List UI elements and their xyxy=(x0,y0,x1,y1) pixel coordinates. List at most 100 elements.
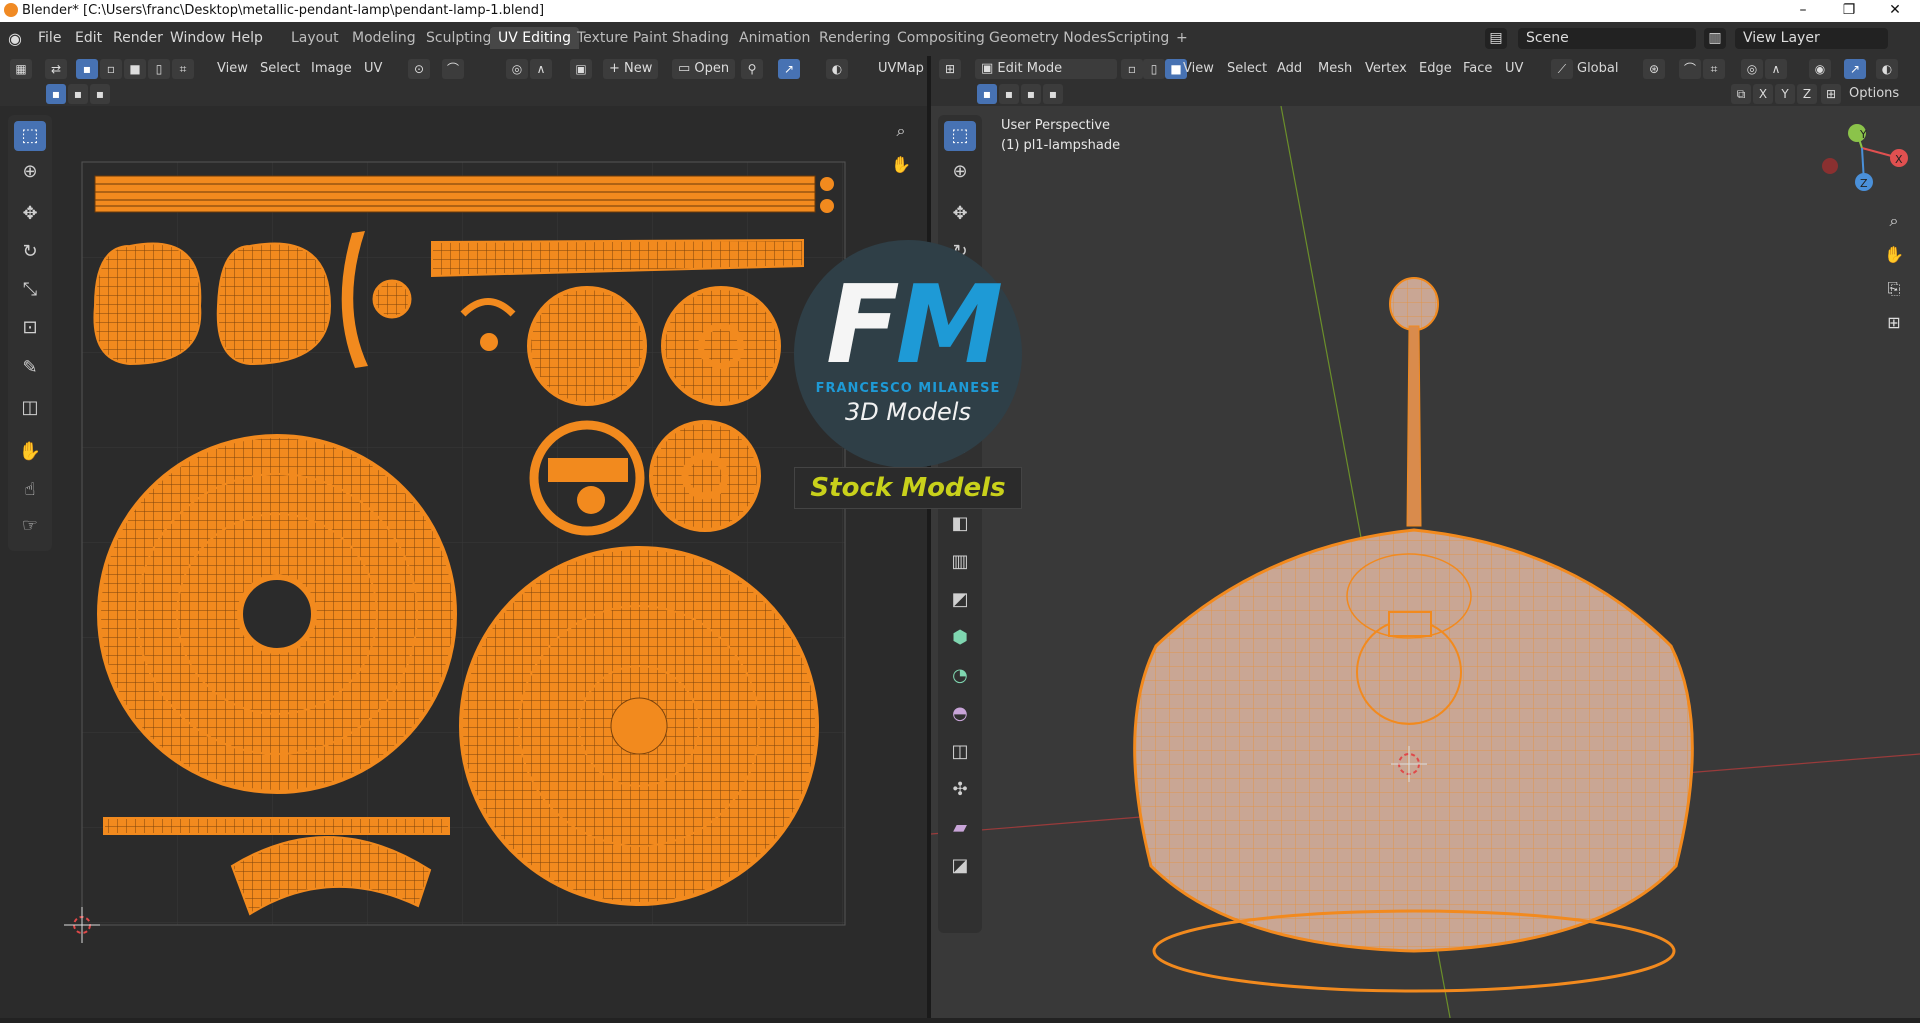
poly-build-icon[interactable]: ⬢ xyxy=(944,623,976,653)
shear-icon[interactable]: ▰ xyxy=(944,813,976,843)
menu-edit[interactable]: Edit xyxy=(75,30,102,46)
select-mode-subtract-icon[interactable]: ▪ xyxy=(90,84,110,104)
add-workspace-button[interactable]: + xyxy=(1168,27,1196,49)
close-button[interactable]: ✕ xyxy=(1872,0,1918,22)
pivot-point-icon[interactable]: ⊛ xyxy=(1643,59,1665,79)
viewport-menu-uv[interactable]: UV xyxy=(1505,59,1523,79)
knife-icon[interactable]: ◩ xyxy=(944,585,976,615)
ortho-toggle-icon[interactable]: ⊞ xyxy=(1881,310,1907,336)
mode-selector[interactable]: ▣ Edit Mode xyxy=(975,59,1117,79)
tab-layout[interactable]: Layout xyxy=(283,27,347,49)
smooth-icon[interactable]: ◓ xyxy=(944,699,976,729)
minimize-button[interactable]: – xyxy=(1780,0,1826,22)
transform-icon[interactable]: ⊡ xyxy=(14,313,46,343)
viewport-gizmo-icon[interactable]: ↗ xyxy=(1844,59,1866,79)
tab-geometry-nodes[interactable]: Geometry Nodes xyxy=(981,27,1115,49)
options-dropdown[interactable]: Options xyxy=(1849,84,1899,104)
edge-select-icon[interactable]: ▫ xyxy=(100,59,122,79)
select-box-icon[interactable]: ⬚ xyxy=(14,121,46,151)
uv-menu-uv[interactable]: UV xyxy=(364,59,382,79)
viewport-select-invert-icon[interactable]: ▪ xyxy=(1043,84,1063,104)
viewport-menu-select[interactable]: Select xyxy=(1227,59,1267,79)
viewport-overlay-icon[interactable]: ◐ xyxy=(1876,59,1898,79)
rip-icon[interactable]: ◫ xyxy=(14,393,46,423)
view-layer-selector[interactable]: View Layer xyxy=(1735,28,1888,49)
proportional-edit-icon[interactable]: ◎ xyxy=(506,59,528,79)
viewport-editor-type-icon[interactable]: ⊞ xyxy=(939,59,961,79)
editor-type-icon[interactable]: ▦ xyxy=(10,59,32,79)
viewport-menu-vertex[interactable]: Vertex xyxy=(1365,59,1407,79)
orientation-selector[interactable]: Global xyxy=(1577,59,1618,79)
gizmo-toggle-icon[interactable]: ↗ xyxy=(778,59,800,79)
viewport-select-subtract-icon[interactable]: ▪ xyxy=(1021,84,1041,104)
viewport-cursor-icon[interactable]: ⊕ xyxy=(944,157,976,187)
rip-region-icon[interactable]: ◪ xyxy=(944,851,976,881)
move-icon[interactable]: ✥ xyxy=(14,199,46,229)
annotate-icon[interactable]: ✎ xyxy=(14,353,46,383)
viewport-select-box-icon[interactable]: ⬚ xyxy=(944,121,976,151)
sticky-select-icon[interactable]: ⌗ xyxy=(172,59,194,79)
visibility-icon[interactable]: ◉ xyxy=(1809,59,1831,79)
image-browse-icon[interactable]: ▣ xyxy=(570,59,592,79)
navigation-gizmo[interactable]: X Y Z xyxy=(1822,124,1908,191)
edge-mode-icon[interactable]: ▯ xyxy=(1143,59,1165,79)
viewport-menu-face[interactable]: Face xyxy=(1463,59,1492,79)
pan-icon[interactable]: ✋ xyxy=(888,152,914,178)
viewport-move-icon[interactable]: ✥ xyxy=(944,199,976,229)
viewport-menu-edge[interactable]: Edge xyxy=(1419,59,1452,79)
tab-shading[interactable]: Shading xyxy=(664,27,737,49)
menu-render[interactable]: Render xyxy=(113,30,163,46)
viewport-menu-view[interactable]: View xyxy=(1183,59,1214,79)
tab-compositing[interactable]: Compositing xyxy=(889,27,993,49)
uv-menu-select[interactable]: Select xyxy=(260,59,300,79)
viewport-menu-add[interactable]: Add xyxy=(1277,59,1302,79)
tab-rendering[interactable]: Rendering xyxy=(811,27,899,49)
mirror-z-toggle[interactable]: Z xyxy=(1797,84,1817,104)
view-layer-icon[interactable]: ▥ xyxy=(1704,28,1726,49)
tab-modeling[interactable]: Modeling xyxy=(344,27,424,49)
uv-editor-area[interactable]: ⬚ ⊕ ✥ ↻ ⤡ ⊡ ✎ ◫ ✋ ☝ ☞ ⌕ ✋ xyxy=(0,106,927,1023)
pinch-icon[interactable]: ☞ xyxy=(14,511,46,541)
new-image-button[interactable]: + New xyxy=(603,59,659,79)
vertex-select-icon[interactable]: ▪ xyxy=(76,59,98,79)
scale-icon[interactable]: ⤡ xyxy=(14,275,46,305)
3d-viewport[interactable]: X Y Z User Perspective (1) pl1-lampshade… xyxy=(931,106,1920,1023)
shrink-fatten-icon[interactable]: ✣ xyxy=(944,775,976,805)
uvmap-selector[interactable]: UVMap xyxy=(878,59,924,79)
viewport-proportional-icon[interactable]: ◎ xyxy=(1741,59,1763,79)
island-select-icon[interactable]: ▯ xyxy=(148,59,170,79)
viewport-falloff-icon[interactable]: ∧ xyxy=(1765,59,1787,79)
bevel-icon[interactable]: ◧ xyxy=(944,509,976,539)
maximize-button[interactable]: ❐ xyxy=(1826,0,1872,22)
tab-sculpting[interactable]: Sculpting xyxy=(418,27,499,49)
sync-selection-icon[interactable]: ⇄ xyxy=(45,59,67,79)
viewport-snap-icon[interactable]: ⌒ xyxy=(1679,59,1701,79)
cursor-icon[interactable]: ⊕ xyxy=(14,157,46,187)
tab-animation[interactable]: Animation xyxy=(731,27,818,49)
menu-file[interactable]: File xyxy=(38,30,61,46)
mirror-y-toggle[interactable]: Y xyxy=(1775,84,1795,104)
mirror-icon[interactable]: ⧉ xyxy=(1731,84,1751,104)
uv-canvas[interactable] xyxy=(0,106,927,1023)
snap-target-icon[interactable]: ⌗ xyxy=(1703,59,1725,79)
menu-help[interactable]: Help xyxy=(231,30,263,46)
tab-scripting[interactable]: Scripting xyxy=(1099,27,1177,49)
vertex-mode-icon[interactable]: ▫ xyxy=(1121,59,1143,79)
overlay-toggle-icon[interactable]: ◐ xyxy=(826,59,848,79)
tab-texture-paint[interactable]: Texture Paint xyxy=(569,27,675,49)
blender-menu-icon[interactable]: ◉ xyxy=(8,30,26,48)
edge-slide-icon[interactable]: ◫ xyxy=(944,737,976,767)
mirror-x-toggle[interactable]: X xyxy=(1753,84,1773,104)
spin-icon[interactable]: ◔ xyxy=(944,661,976,691)
open-image-button[interactable]: ▭ Open xyxy=(672,59,736,79)
zoom-icon[interactable]: ⌕ xyxy=(888,118,914,144)
scene-icon[interactable]: ▤ xyxy=(1485,28,1507,49)
auto-merge-icon[interactable]: ⊞ xyxy=(1821,84,1841,104)
select-mode-extend-icon[interactable]: ▪ xyxy=(68,84,88,104)
menu-window[interactable]: Window xyxy=(170,30,225,46)
falloff-icon[interactable]: ∧ xyxy=(530,59,552,79)
uv-menu-image[interactable]: Image xyxy=(311,59,352,79)
viewport-pan-icon[interactable]: ✋ xyxy=(1881,242,1907,268)
viewport-menu-mesh[interactable]: Mesh xyxy=(1318,59,1352,79)
snap-icon[interactable]: ⌒ xyxy=(442,59,464,79)
